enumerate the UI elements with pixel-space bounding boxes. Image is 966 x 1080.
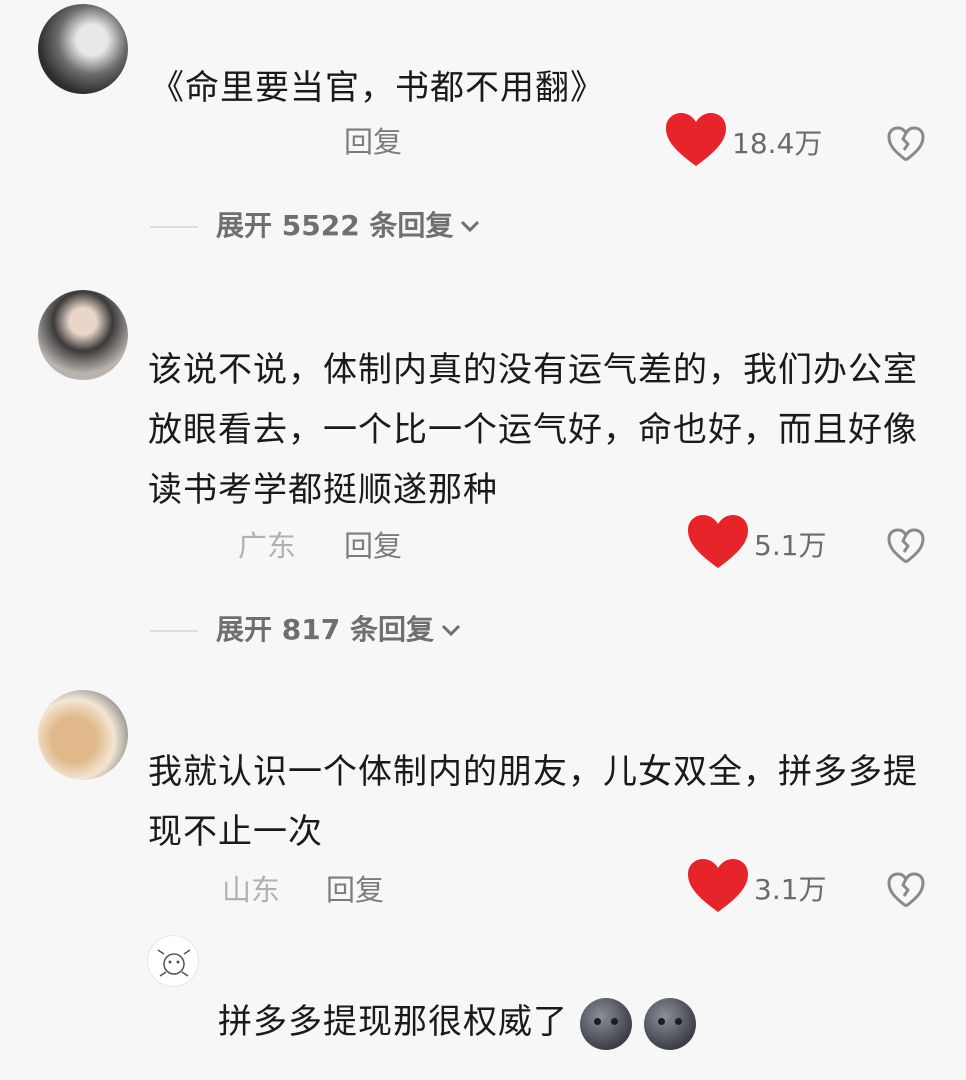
broken-heart-icon[interactable]	[886, 870, 926, 910]
face-emoji-icon	[579, 997, 632, 1050]
comment-text: 拼多多提现那很权威了	[218, 992, 696, 1052]
red-heart-icon[interactable]	[686, 858, 750, 914]
doodle-avatar-icon	[157, 949, 191, 977]
comment-text: 《命里要当官，书都不用翻》	[150, 68, 605, 108]
expand-divider	[150, 226, 198, 228]
reply-button[interactable]: 回复	[344, 526, 402, 566]
expand-replies-button[interactable]: 展开 817 条回复	[216, 610, 462, 650]
broken-heart-icon[interactable]	[886, 124, 926, 164]
comment-text: 该说不说，体制内真的没有运气差的，我们办公室放眼看去，一个比一个运气好，命也好，…	[148, 350, 918, 510]
avatar[interactable]	[147, 935, 199, 987]
location-label: 广东	[238, 529, 297, 563]
red-heart-icon[interactable]	[664, 112, 728, 168]
broken-heart-icon[interactable]	[886, 526, 926, 566]
expand-replies-label: 展开 5522 条回复	[216, 209, 454, 242]
comment-text-body: 拼多多提现那很权威了	[218, 1002, 568, 1042]
face-emoji-icon	[643, 997, 696, 1050]
location-label: 山东	[222, 873, 281, 907]
expand-replies-label: 展开 817 条回复	[216, 613, 434, 646]
red-heart-icon[interactable]	[686, 514, 750, 570]
chevron-down-icon	[461, 220, 480, 233]
like-count: 5.1万	[754, 529, 827, 562]
avatar[interactable]	[38, 4, 128, 94]
chevron-down-icon	[441, 624, 461, 637]
expand-divider	[150, 630, 198, 632]
reply-button[interactable]: 回复	[326, 870, 384, 910]
reply-button[interactable]: 回复	[344, 122, 402, 162]
expand-replies-button[interactable]: 展开 5522 条回复	[216, 206, 481, 246]
like-count: 3.1万	[754, 873, 827, 906]
avatar[interactable]	[38, 690, 128, 780]
like-count: 18.4万	[732, 127, 823, 160]
comment-text: 我就认识一个体制内的朋友，儿女双全，拼多多提现不止一次	[148, 752, 918, 852]
avatar[interactable]	[38, 290, 128, 380]
